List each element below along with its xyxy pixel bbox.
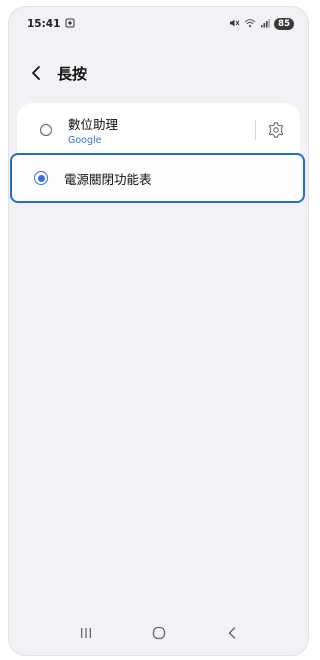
recents-button[interactable] <box>72 619 100 647</box>
mute-icon <box>229 18 240 31</box>
back-button[interactable] <box>19 55 53 91</box>
home-button[interactable] <box>145 619 173 647</box>
page-title: 長按 <box>57 64 88 83</box>
gear-icon <box>268 122 284 138</box>
status-icons: 85 <box>229 18 294 31</box>
settings-button[interactable] <box>264 118 288 142</box>
radio-selected[interactable] <box>34 171 48 185</box>
option-digital-assistant[interactable]: 數位助理 Google <box>17 103 300 157</box>
divider <box>255 120 256 140</box>
option-label: 數位助理 <box>68 117 119 132</box>
option-label: 電源關閉功能表 <box>64 171 152 187</box>
back-icon <box>228 627 235 639</box>
chevron-left-icon <box>32 66 40 80</box>
nav-back-button[interactable] <box>218 619 246 647</box>
navigation-bar <box>9 611 308 655</box>
battery-indicator: 85 <box>274 18 294 30</box>
wifi-icon <box>244 18 256 31</box>
status-bar: 15:41 85 <box>9 7 308 41</box>
signal-icon <box>260 18 270 31</box>
radio-unselected[interactable] <box>40 124 52 136</box>
option-text: 電源關閉功能表 <box>64 169 152 188</box>
recents-icon <box>80 628 91 638</box>
status-time: 15:41 <box>27 18 61 30</box>
header: 長按 <box>9 55 308 91</box>
radio-dot <box>37 174 45 182</box>
option-power-off-menu[interactable]: 電源關閉功能表 <box>10 153 305 203</box>
option-text: 數位助理 Google <box>68 114 118 146</box>
screenshot-icon <box>65 18 75 31</box>
phone-screen: 15:41 85 長按 數位助理 Google 電源關閉功能表 <box>8 6 309 656</box>
home-icon <box>152 626 165 640</box>
option-sublabel: Google <box>68 135 102 146</box>
